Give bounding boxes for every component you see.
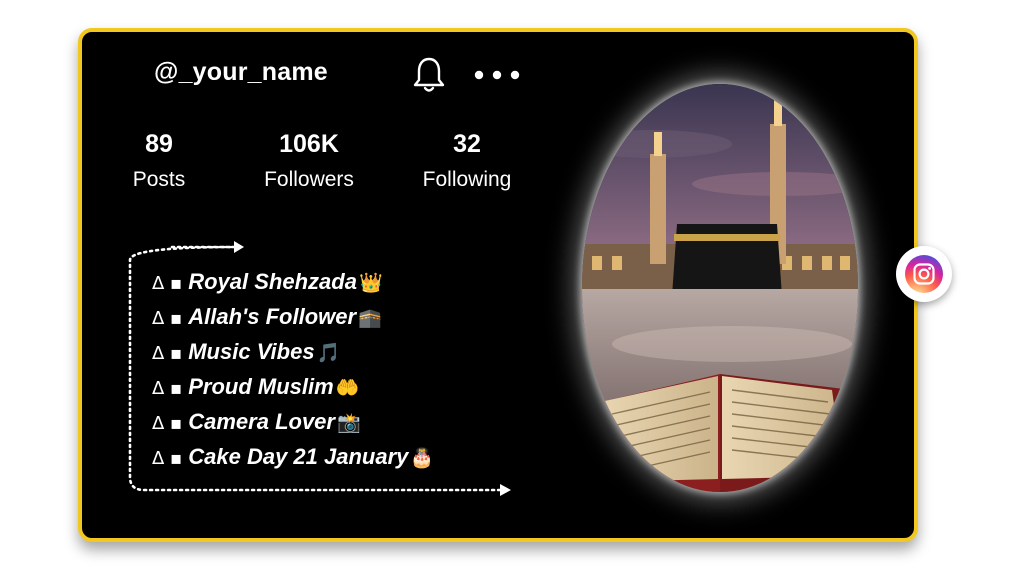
stat-following[interactable]: 32 Following xyxy=(402,130,532,192)
music-note-icon: 🎵 xyxy=(316,342,341,364)
crown-icon: 👑 xyxy=(358,272,383,294)
stat-label: Followers xyxy=(264,168,354,191)
bio-text: Music Vibes xyxy=(188,339,315,364)
bio-line: Δ ▪ Camera Lover 📸 xyxy=(152,404,434,439)
kaaba-icon: 🕋 xyxy=(358,307,382,329)
praying-hands-icon: 🤲 xyxy=(335,377,360,399)
stat-value: 106K xyxy=(279,130,339,158)
bell-icon[interactable] xyxy=(412,56,446,94)
profile-card: @_your_name 89 Posts 106K Followers 32 F… xyxy=(78,28,918,542)
bio-line: Δ ▪ Allah's Follower 🕋 xyxy=(152,299,434,334)
bio-text: Proud Muslim xyxy=(188,374,334,399)
bio-line: Δ ▪ Cake Day 21 January 🎂 xyxy=(152,439,434,474)
camera-icon: 📸 xyxy=(336,412,361,434)
username[interactable]: @_your_name xyxy=(154,58,328,87)
stat-value: 89 xyxy=(145,130,173,158)
cake-icon: 🎂 xyxy=(410,447,435,469)
stat-followers[interactable]: 106K Followers xyxy=(244,130,374,192)
bio-bullet: Δ ▪ xyxy=(152,378,183,399)
stat-posts[interactable]: 89 Posts xyxy=(94,130,224,192)
bio-text: Cake Day 21 January xyxy=(188,444,409,469)
bio-line: Δ ▪ Royal Shehzada 👑 xyxy=(152,264,434,299)
stat-value: 32 xyxy=(453,130,481,158)
profile-photo[interactable] xyxy=(582,84,858,492)
instagram-button[interactable] xyxy=(896,246,952,302)
bio-text: Camera Lover xyxy=(188,409,335,434)
bio-bullet: Δ ▪ xyxy=(152,273,183,294)
bio-line: Δ ▪ Proud Muslim 🤲 xyxy=(152,369,434,404)
bio-list: Δ ▪ Royal Shehzada 👑 Δ ▪ Allah's Follower 🕋 … xyxy=(152,264,434,474)
more-dots-icon[interactable] xyxy=(474,70,520,80)
bio-bullet: Δ ▪ xyxy=(152,308,183,329)
instagram-icon xyxy=(905,255,943,293)
stat-label: Following xyxy=(422,168,512,191)
bio-text: Royal Shehzada xyxy=(188,269,357,294)
bio-line: Δ ▪ Music Vibes 🎵 xyxy=(152,334,434,369)
bio-bullet: Δ ▪ xyxy=(152,343,183,364)
bio-bullet: Δ ▪ xyxy=(152,413,183,434)
bio-bullet: Δ ▪ xyxy=(152,448,183,469)
bio-text: Allah's Follower xyxy=(188,304,357,329)
stat-label: Posts xyxy=(132,168,186,191)
